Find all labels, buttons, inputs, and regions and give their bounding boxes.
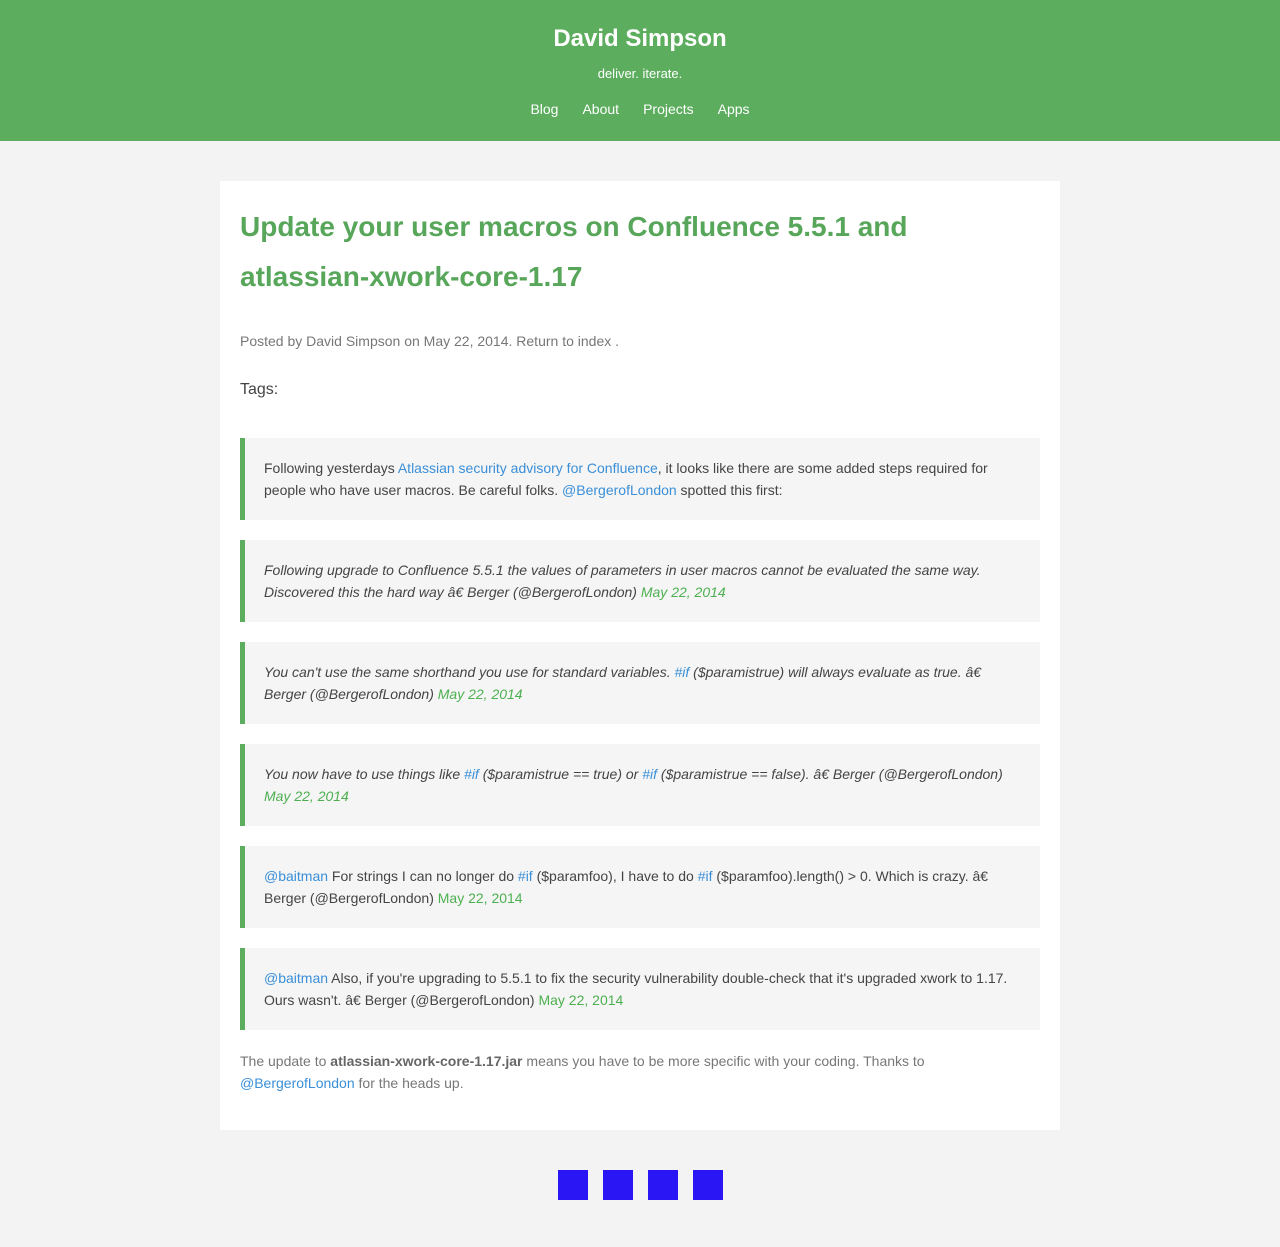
closing-text-3: for the heads up. (354, 1075, 464, 1091)
closing-paragraph: The update to atlassian-xwork-core-1.17.… (240, 1050, 1040, 1094)
post-title: Update your user macros on Confluence 5.… (240, 211, 908, 292)
bergeroflondon-link[interactable]: @BergerofLondon (240, 1075, 355, 1091)
tweet-quote-4: @baitman For strings I can no longer do … (240, 846, 1040, 928)
hashtag-if-link[interactable]: #if (674, 664, 689, 680)
nav-apps[interactable]: Apps (718, 100, 750, 118)
post-meta-suffix: . (615, 333, 620, 349)
tweet-quote-1: Following upgrade to Confluence 5.5.1 th… (240, 540, 1040, 622)
tweet-4-text-1: For strings I can no longer do (328, 868, 518, 884)
post-card: Update your user macros on Confluence 5.… (220, 181, 1060, 1130)
closing-text-2: means you have to be more specific with … (522, 1053, 925, 1069)
tweet-4-date-link[interactable]: May 22, 2014 (438, 890, 523, 906)
tweet-2-text-1: You can't use the same shorthand you use… (264, 664, 675, 680)
intro-text-1: Following yesterdays (264, 460, 398, 476)
tweet-5-text-1: Also, if you're upgrading to 5.5.1 to fi… (264, 970, 1008, 1008)
tweet-3-text-3: ($paramistrue == false). â€ Berger (@Ber… (657, 766, 1003, 782)
hashtag-if-link[interactable]: #if (518, 868, 533, 884)
intro-quote: Following yesterdays Atlassian security … (240, 438, 1040, 520)
baitman-mention-link[interactable]: @baitman (264, 970, 328, 986)
tweet-1-date-link[interactable]: May 22, 2014 (641, 584, 726, 600)
intro-text-3: spotted this first: (676, 482, 783, 498)
nav-projects[interactable]: Projects (643, 100, 694, 118)
tags-label: Tags: (240, 381, 279, 398)
tweet-quote-2: You can't use the same shorthand you use… (240, 642, 1040, 724)
social-icon-3[interactable] (647, 1170, 678, 1200)
security-advisory-link[interactable]: Atlassian security advisory for Confluen… (398, 460, 658, 476)
nav-about[interactable]: About (582, 100, 619, 118)
footer-social-icons (0, 1170, 1280, 1200)
tweet-1-text: Following upgrade to Confluence 5.5.1 th… (264, 562, 981, 600)
site-tagline: deliver. iterate. (597, 66, 683, 81)
nav-blog[interactable]: Blog (530, 100, 558, 118)
return-to-index-link[interactable]: Return to index (516, 333, 611, 349)
hashtag-if-link[interactable]: #if (642, 766, 657, 782)
hashtag-if-link[interactable]: #if (698, 868, 713, 884)
tweet-4-text-2: ($paramfoo), I have to do (532, 868, 698, 884)
site-nav: Blog About Projects Apps (0, 100, 1280, 118)
hashtag-if-link[interactable]: #if (464, 766, 479, 782)
social-icon-1[interactable] (557, 1170, 588, 1200)
tweet-3-date-link[interactable]: May 22, 2014 (264, 788, 349, 804)
post-meta: Posted by David Simpson on May 22, 2014.… (240, 331, 1040, 351)
bergeroflondon-link[interactable]: @BergerofLondon (562, 482, 677, 498)
tweet-quote-3: You now have to use things like #if ($pa… (240, 744, 1040, 826)
tweet-3-text-1: You now have to use things like (264, 766, 465, 782)
site-title[interactable]: David Simpson (0, 24, 1280, 54)
post-meta-text: Posted by David Simpson on May 22, 2014. (240, 333, 513, 349)
social-icon-2[interactable] (602, 1170, 633, 1200)
tweet-quote-5: @baitman Also, if you're upgrading to 5.… (240, 948, 1040, 1030)
site-header: David Simpson deliver. iterate. Blog Abo… (0, 0, 1280, 141)
social-icon-4[interactable] (692, 1170, 723, 1200)
tweet-2-date-link[interactable]: May 22, 2014 (438, 686, 523, 702)
baitman-mention-link[interactable]: @baitman (264, 868, 328, 884)
jar-name: atlassian-xwork-core-1.17.jar (330, 1053, 523, 1069)
tweet-3-text-2: ($paramistrue == true) or (478, 766, 643, 782)
tweet-5-date-link[interactable]: May 22, 2014 (538, 992, 623, 1008)
closing-text-1: The update to (240, 1053, 331, 1069)
